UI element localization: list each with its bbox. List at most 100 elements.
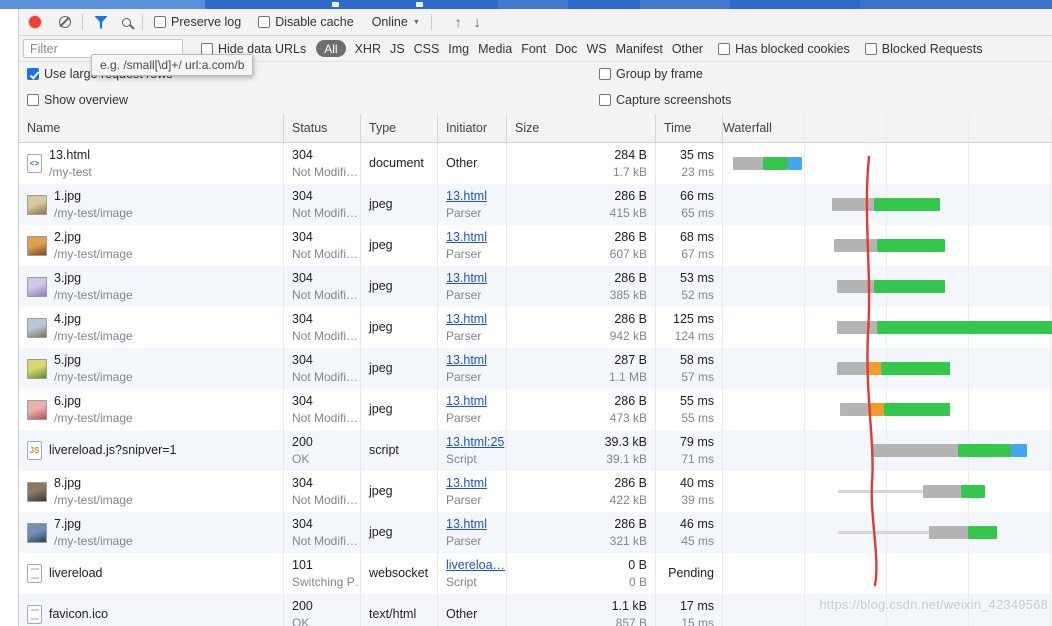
- filter-type-ws[interactable]: WS: [586, 42, 606, 56]
- table-row[interactable]: 7.jpg/my-test/image 304 Not Modifi… jpeg 13.…: [19, 512, 1052, 553]
- time-cell-secondary: 124 ms: [674, 329, 714, 343]
- initiator-link[interactable]: 13.html:25: [446, 434, 506, 451]
- export-har-icon[interactable]: ↓: [474, 14, 481, 30]
- import-har-icon[interactable]: ↑: [455, 14, 462, 30]
- search-icon[interactable]: [122, 17, 131, 27]
- table-row[interactable]: <> 13.html/my-test 304 Not Modifi… document O…: [19, 143, 1052, 184]
- initiator-link[interactable]: 13.html: [446, 352, 506, 369]
- status-cell-secondary: Not Modifi…: [292, 329, 359, 343]
- blocked-requests-checkbox[interactable]: Blocked Requests: [864, 42, 983, 56]
- table-row[interactable]: 2.jpg/my-test/image 304 Not Modifi… jpeg 13.…: [19, 225, 1052, 266]
- initiator-text: Other: [446, 607, 478, 621]
- table-row[interactable]: 4.jpg/my-test/image 304 Not Modifi… jpeg 13.…: [19, 307, 1052, 348]
- column-header-name[interactable]: Name: [19, 114, 284, 142]
- column-header-size[interactable]: Size: [507, 114, 656, 142]
- time-cell: 55 ms 55 ms: [656, 389, 723, 430]
- waterfall-bar-green: [874, 280, 945, 293]
- filter-type-img[interactable]: Img: [448, 42, 469, 56]
- size-cell-primary: 1.1 kB: [611, 599, 647, 613]
- initiator-cell: Other: [438, 143, 507, 184]
- waterfall-bar-green: [968, 526, 997, 539]
- size-cell: 0 B0 B: [507, 553, 656, 594]
- status-cell-secondary: Not Modifi…: [292, 411, 359, 425]
- size-cell-secondary: 857 B: [615, 616, 647, 626]
- name-cell: 1.jpg/my-test/image: [19, 184, 284, 225]
- initiator-link[interactable]: 13.html: [446, 311, 506, 328]
- disable-cache-checkbox[interactable]: Disable cache: [258, 15, 354, 29]
- status-cell-secondary: Switching P…: [292, 575, 361, 589]
- waterfall-bar-green: [763, 157, 788, 170]
- size-cell-secondary: 1.7 kB: [612, 165, 647, 179]
- filter-type-other[interactable]: Other: [672, 42, 703, 56]
- initiator-text: Other: [446, 156, 478, 170]
- status-cell-primary: 304: [292, 148, 313, 162]
- status-cell-primary: 304: [292, 230, 313, 244]
- initiator-sub: Parser: [446, 411, 482, 425]
- initiator-link[interactable]: 13.html: [446, 516, 506, 533]
- column-header-initiator[interactable]: Initiator: [438, 114, 507, 142]
- filter-type-doc[interactable]: Doc: [555, 42, 577, 56]
- filter-type-manifest[interactable]: Manifest: [616, 42, 663, 56]
- time-cell-secondary: 39 ms: [681, 493, 714, 507]
- column-header-type[interactable]: Type: [361, 114, 438, 142]
- initiator-link[interactable]: livereloa…: [446, 557, 506, 574]
- size-cell: 286 B 607 kB: [507, 225, 656, 266]
- initiator-link[interactable]: 13.html: [446, 475, 506, 492]
- tab-favicon: [416, 2, 423, 7]
- request-type: jpeg: [369, 525, 393, 539]
- column-header-time[interactable]: Time: [656, 114, 723, 142]
- table-row[interactable]: 8.jpg/my-test/image 304 Not Modifi… jpeg 13.…: [19, 471, 1052, 512]
- time-cell-primary: 40 ms: [679, 476, 714, 490]
- throttling-dropdown[interactable]: Online ▼: [372, 15, 420, 29]
- initiator-link[interactable]: 13.html: [446, 393, 506, 410]
- filter-type-js[interactable]: JS: [390, 42, 405, 56]
- time-cell: 46 ms 45 ms: [656, 512, 723, 553]
- record-button[interactable]: [29, 16, 41, 28]
- name-lines: 3.jpg/my-test/image: [54, 270, 133, 303]
- type-cell: jpeg: [361, 307, 438, 348]
- initiator-sub: Script: [446, 575, 477, 589]
- filter-type-xhr[interactable]: XHR: [355, 42, 381, 56]
- size-cell-primary: 286 B: [614, 230, 647, 244]
- browser-tab: [640, 0, 730, 9]
- initiator-link[interactable]: 13.html: [446, 229, 506, 246]
- clear-button[interactable]: [59, 16, 71, 28]
- status-cell-primary: 304: [292, 476, 313, 490]
- size-cell: 286 B 385 kB: [507, 266, 656, 307]
- preserve-log-checkbox[interactable]: Preserve log: [154, 15, 241, 29]
- initiator-link[interactable]: 13.html: [446, 188, 506, 205]
- initiator-link[interactable]: 13.html: [446, 270, 506, 287]
- name-cell: 2.jpg/my-test/image: [19, 225, 284, 266]
- has-blocked-cookies-checkbox[interactable]: Has blocked cookies: [718, 42, 850, 56]
- initiator-sub: Parser: [446, 247, 482, 261]
- table-row[interactable]: 1.jpg/my-test/image 304 Not Modifi… jpeg 13.…: [19, 184, 1052, 225]
- time-cell-primary: 53 ms: [679, 271, 714, 285]
- status-cell-primary: 304: [292, 189, 313, 203]
- table-row[interactable]: 6.jpg/my-test/image 304 Not Modifi… jpeg 13.…: [19, 389, 1052, 430]
- name-lines: 5.jpg/my-test/image: [54, 352, 133, 385]
- capture-screenshots-checkbox[interactable]: Capture screenshots: [599, 93, 731, 107]
- filter-type-font[interactable]: Font: [521, 42, 546, 56]
- table-row[interactable]: 5.jpg/my-test/image 304 Not Modifi… jpeg 13.…: [19, 348, 1052, 389]
- status-cell-primary: 101: [292, 558, 313, 572]
- table-row[interactable]: livereload 101 Switching P… websocket livere…: [19, 553, 1052, 594]
- show-overview-checkbox[interactable]: Show overview: [27, 93, 128, 107]
- request-name: 13.html: [49, 148, 90, 162]
- waterfall-bar-green: [884, 403, 950, 416]
- filter-type-all[interactable]: All: [316, 40, 346, 57]
- time-cell-primary: 17 ms: [679, 599, 714, 613]
- group-by-frame-checkbox[interactable]: Group by frame: [599, 67, 703, 81]
- status-cell-primary: 304: [292, 517, 313, 531]
- column-header-waterfall[interactable]: Waterfall: [723, 114, 1052, 142]
- size-cell-primary: 286 B: [614, 189, 647, 203]
- column-header-status[interactable]: Status: [284, 114, 361, 142]
- filter-type-css[interactable]: CSS: [414, 42, 440, 56]
- status-cell: 304 Not Modifi…: [284, 348, 361, 389]
- waterfall-bar-green: [958, 444, 1011, 457]
- request-type: document: [369, 156, 424, 170]
- filter-icon[interactable]: [94, 15, 108, 29]
- size-cell-primary: 286 B: [614, 271, 647, 285]
- table-row[interactable]: 3.jpg/my-test/image 304 Not Modifi… jpeg 13.…: [19, 266, 1052, 307]
- filter-type-media[interactable]: Media: [478, 42, 512, 56]
- table-row[interactable]: JS livereload.js?snipver=1 200 OK script 13.h…: [19, 430, 1052, 471]
